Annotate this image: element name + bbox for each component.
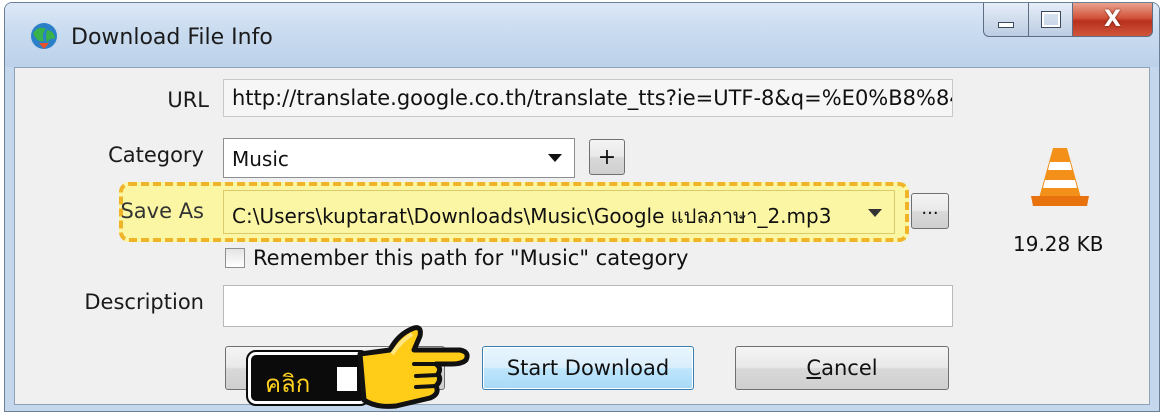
start-download-button[interactable]: Start Download: [482, 346, 694, 390]
minimize-button[interactable]: [983, 3, 1029, 37]
description-label: Description: [84, 290, 204, 314]
save-as-label: Save As: [120, 199, 204, 223]
minimize-icon: [998, 21, 1014, 28]
cancel-button[interactable]: Cancel: [735, 346, 949, 390]
dialog-body: URL http://translate.google.co.th/transl…: [14, 67, 1150, 405]
url-field[interactable]: http://translate.google.co.th/translate_…: [223, 79, 953, 117]
description-field[interactable]: [223, 285, 953, 327]
file-size: 19.28 KB: [1013, 232, 1104, 256]
save-as-path: C:\Users\kuptarat\Downloads\Music\Google…: [232, 204, 832, 228]
category-label: Category: [108, 143, 204, 167]
url-label: URL: [167, 88, 209, 112]
vlc-cone-icon: [1031, 148, 1089, 206]
download-file-info-window: Download File Info X URL http://translat…: [4, 2, 1160, 412]
save-as-select[interactable]: C:\Users\kuptarat\Downloads\Music\Google…: [223, 190, 895, 234]
pointing-hand-icon: [357, 325, 470, 409]
window-title: Download File Info: [71, 25, 273, 50]
category-value: Music: [232, 147, 289, 171]
cancel-label: ancel: [821, 356, 878, 380]
dropdown-arrow-icon[interactable]: [548, 154, 562, 162]
category-select[interactable]: Music: [223, 138, 575, 178]
browse-button[interactable]: ...: [911, 193, 949, 229]
cancel-accelerator: C: [806, 356, 822, 380]
click-annotation: คลิก: [246, 350, 370, 406]
close-icon: X: [1104, 7, 1121, 32]
click-annotation-text: คลิก: [265, 370, 311, 398]
idm-app-icon: [31, 23, 57, 49]
maximize-icon: [1040, 11, 1061, 28]
remember-path-checkbox[interactable]: [225, 248, 245, 268]
dropdown-arrow-icon[interactable]: [868, 209, 882, 217]
title-bar[interactable]: Download File Info X: [5, 3, 1159, 67]
remember-path-label[interactable]: Remember this path for "Music" category: [253, 246, 688, 270]
window-controls: X: [983, 3, 1153, 37]
remember-path-option[interactable]: Remember this path for "Music" category: [225, 246, 688, 270]
maximize-button[interactable]: [1029, 3, 1073, 37]
add-category-button[interactable]: +: [589, 139, 625, 175]
annotation-white-block: [337, 367, 357, 391]
close-button[interactable]: X: [1073, 3, 1153, 37]
